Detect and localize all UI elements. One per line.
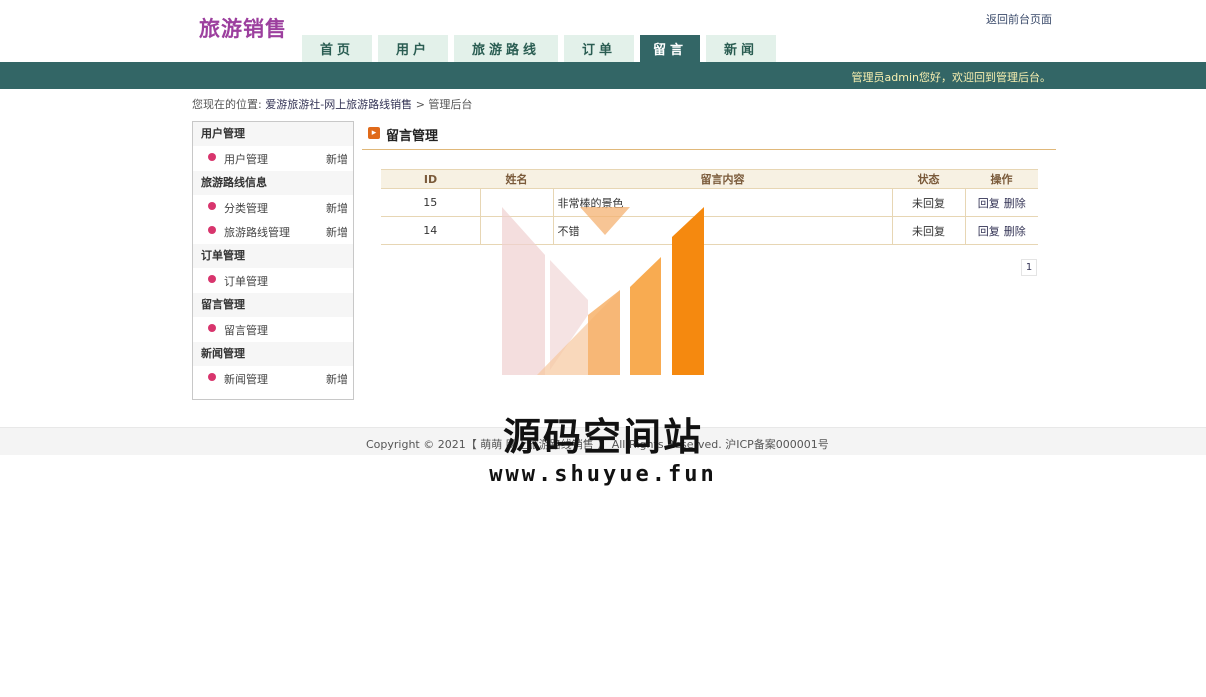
pagination-page-1[interactable]: 1 xyxy=(1021,259,1037,276)
tab-orders[interactable]: 订单 xyxy=(564,35,634,62)
sidebar: 用户管理 用户管理 新增 旅游路线信息 分类管理 新增 旅游路线管理 新增 订单… xyxy=(192,121,354,400)
table-row: 14 不错 未回复 回复 删除 xyxy=(381,216,1038,245)
tab-routes[interactable]: 旅游路线 xyxy=(454,35,558,62)
header: 旅游销售 返回前台页面 首页 用户 旅游路线 订单 留言 新闻 xyxy=(0,0,1206,62)
watermark-logo-icon xyxy=(502,207,704,375)
bullet-icon xyxy=(208,201,216,210)
messages-table: ID 姓名 留言内容 状态 操作 15 非常棒的景色 未回复 回复 删除 14 不… xyxy=(381,169,1038,245)
col-id: ID xyxy=(381,169,480,189)
cell-id: 15 xyxy=(381,188,480,217)
tab-news[interactable]: 新闻 xyxy=(706,35,776,62)
breadcrumb-separator: > xyxy=(415,98,425,111)
cell-status: 未回复 xyxy=(891,188,965,217)
delete-link[interactable]: 删除 xyxy=(1004,197,1026,210)
sidebar-add-news-link[interactable]: 新增 xyxy=(326,371,348,387)
arrow-right-icon: ▸ xyxy=(368,127,380,139)
col-status: 状态 xyxy=(892,169,965,189)
sidebar-item-label: 新闻管理 xyxy=(224,372,268,386)
col-content: 留言内容 xyxy=(553,169,892,189)
cell-status: 未回复 xyxy=(891,216,965,245)
reply-link[interactable]: 回复 xyxy=(978,197,1000,210)
delete-link[interactable]: 删除 xyxy=(1004,225,1026,238)
bullet-icon xyxy=(208,323,216,332)
sidebar-item-route-manage[interactable]: 旅游路线管理 新增 xyxy=(193,220,353,244)
sidebar-group-users: 用户管理 xyxy=(193,122,353,146)
main-nav: 首页 用户 旅游路线 订单 留言 新闻 xyxy=(302,35,776,62)
bullet-icon xyxy=(208,274,216,283)
watermark-url: www.shuyue.fun xyxy=(489,462,717,487)
sidebar-item-label: 旅游路线管理 xyxy=(224,226,290,239)
sidebar-item-order-manage[interactable]: 订单管理 xyxy=(193,268,353,293)
main-title-bar: ▸ 留言管理 xyxy=(362,122,1056,150)
tab-home[interactable]: 首页 xyxy=(302,35,372,62)
sidebar-item-label: 分类管理 xyxy=(224,201,268,215)
table-header-row: ID 姓名 留言内容 状态 操作 xyxy=(381,169,1038,189)
bullet-icon xyxy=(208,152,216,161)
col-name: 姓名 xyxy=(480,169,553,189)
sidebar-group-routes: 旅游路线信息 xyxy=(193,171,353,195)
sidebar-item-label: 用户管理 xyxy=(224,152,268,166)
table-row: 15 非常棒的景色 未回复 回复 删除 xyxy=(381,188,1038,217)
sidebar-add-category-link[interactable]: 新增 xyxy=(326,200,348,216)
sidebar-item-message-manage[interactable]: 留言管理 xyxy=(193,317,353,342)
welcome-text: 管理员admin您好，欢迎回到管理后台。 xyxy=(851,71,1051,84)
cell-id: 14 xyxy=(381,216,480,245)
bullet-icon xyxy=(208,226,216,234)
sidebar-item-news-manage[interactable]: 新闻管理 新增 xyxy=(193,366,353,391)
top-bar: 管理员admin您好，欢迎回到管理后台。 xyxy=(0,62,1206,89)
page-title: 留言管理 xyxy=(386,129,439,144)
sidebar-group-news: 新闻管理 xyxy=(193,342,353,366)
cell-actions: 回复 删除 xyxy=(964,216,1038,245)
breadcrumb-current: 管理后台 xyxy=(428,98,473,111)
sidebar-item-label: 订单管理 xyxy=(224,274,268,288)
breadcrumb-site-link[interactable]: 爱游旅游社-网上旅游路线销售 xyxy=(265,98,412,111)
sidebar-item-user-manage[interactable]: 用户管理 新增 xyxy=(193,146,353,171)
breadcrumb: 您现在的位置: 爱游旅游社-网上旅游路线销售 > 管理后台 xyxy=(192,96,472,112)
site-logo: 旅游销售 xyxy=(199,17,287,41)
sidebar-item-category-manage[interactable]: 分类管理 新增 xyxy=(193,195,353,220)
tab-messages[interactable]: 留言 xyxy=(640,35,700,62)
back-to-frontend-link[interactable]: 返回前台页面 xyxy=(986,11,1052,27)
col-actions: 操作 xyxy=(965,169,1038,189)
sidebar-group-orders: 订单管理 xyxy=(193,244,353,268)
breadcrumb-prefix: 您现在的位置: xyxy=(192,98,262,111)
sidebar-add-route-link[interactable]: 新增 xyxy=(326,224,348,240)
reply-link[interactable]: 回复 xyxy=(978,225,1000,238)
tab-users[interactable]: 用户 xyxy=(378,35,448,62)
sidebar-group-messages: 留言管理 xyxy=(193,293,353,317)
cell-actions: 回复 删除 xyxy=(964,188,1038,217)
watermark-title: 源码空间站 xyxy=(502,415,703,459)
sidebar-add-user-link[interactable]: 新增 xyxy=(326,151,348,167)
bullet-icon xyxy=(208,372,216,381)
sidebar-item-label: 留言管理 xyxy=(224,323,268,337)
